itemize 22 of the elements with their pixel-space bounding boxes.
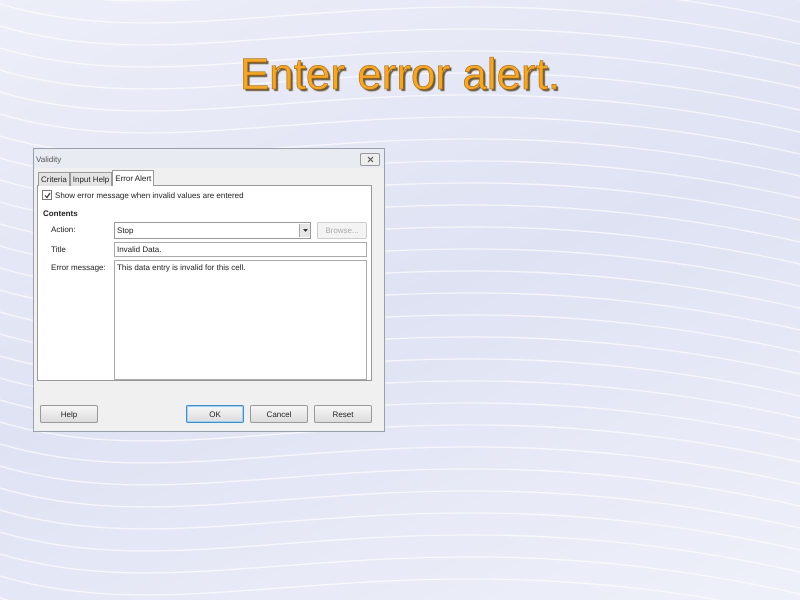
section-heading: Contents — [43, 209, 79, 218]
checkbox-label: Show error message when invalid values are entered — [55, 190, 244, 200]
dialog-button[interactable]: OK — [186, 405, 244, 423]
tab[interactable]: Error Alert — [112, 170, 154, 186]
slide-title: Enter error alert. — [240, 50, 560, 100]
checkbox[interactable] — [42, 190, 52, 200]
title-field[interactable]: Invalid Data. — [114, 242, 367, 257]
action-dropdown[interactable]: Stop — [114, 222, 311, 239]
dropdown-arrow-icon — [302, 229, 308, 232]
dialog-button[interactable]: Reset — [314, 405, 372, 423]
tab[interactable]: Input Help — [70, 172, 112, 186]
dialog-button[interactable]: Cancel — [250, 405, 308, 423]
field-label: Action: — [51, 224, 76, 234]
checkmark-icon — [44, 192, 50, 198]
close-icon — [366, 156, 374, 163]
tab[interactable]: Criteria — [38, 172, 70, 186]
dialog-button[interactable]: Help — [40, 405, 98, 423]
field-label: Error message: — [51, 262, 107, 272]
close-button[interactable] — [360, 153, 380, 166]
error-message-field[interactable]: This data entry is invalid for this cell. — [114, 260, 367, 380]
field-label: Title — [51, 244, 67, 254]
window-title: Validity — [36, 155, 62, 164]
